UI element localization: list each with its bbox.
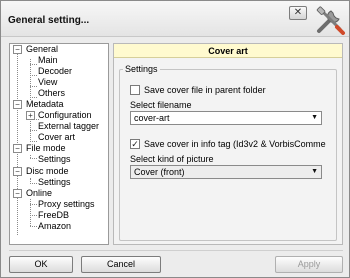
settings-tree: − General Main Decoder View Others − Met… bbox=[9, 43, 109, 245]
filename-combobox[interactable]: cover-art ▼ bbox=[130, 111, 322, 125]
tree-item-proxy-settings[interactable]: Proxy settings bbox=[38, 199, 95, 210]
footer-divider bbox=[9, 250, 343, 251]
tree-item-cover-art[interactable]: Cover art bbox=[38, 132, 75, 143]
tree-item-file-mode-settings[interactable]: Settings bbox=[38, 154, 71, 165]
picture-kind-select[interactable]: Cover (front) ▼ bbox=[130, 165, 322, 179]
tree-item-freedb[interactable]: FreeDB bbox=[38, 210, 69, 221]
ok-button[interactable]: OK bbox=[9, 256, 73, 273]
picture-kind-value: Cover (front) bbox=[134, 167, 185, 177]
metadata-collapse-toggle[interactable]: − bbox=[13, 100, 22, 109]
tree-item-online[interactable]: Online bbox=[26, 188, 52, 199]
tools-icon bbox=[316, 6, 345, 35]
close-button[interactable]: ✕ bbox=[289, 6, 307, 20]
cover-art-panel: Cover art Settings Save cover file in pa… bbox=[113, 43, 343, 245]
configuration-expand-toggle[interactable]: + bbox=[26, 111, 35, 120]
save-parent-folder-label[interactable]: Save cover file in parent folder bbox=[144, 85, 266, 95]
save-in-tag-checkbox[interactable]: ✓ bbox=[130, 139, 140, 149]
tree-item-metadata[interactable]: Metadata bbox=[26, 99, 64, 110]
tree-item-main[interactable]: Main bbox=[38, 55, 58, 66]
tree-item-configuration[interactable]: Configuration bbox=[38, 110, 92, 121]
tree-item-external-tagger[interactable]: External tagger bbox=[38, 121, 99, 132]
save-parent-folder-checkbox[interactable] bbox=[130, 85, 140, 95]
settings-dialog: General setting... ✕ − General Main Deco… bbox=[0, 0, 350, 278]
tree-item-decoder[interactable]: Decoder bbox=[38, 66, 72, 77]
tree-item-others[interactable]: Others bbox=[38, 88, 65, 99]
tree-item-amazon[interactable]: Amazon bbox=[38, 221, 71, 232]
general-collapse-toggle[interactable]: − bbox=[13, 45, 22, 54]
tree-item-disc-mode-settings[interactable]: Settings bbox=[38, 177, 71, 188]
apply-button[interactable]: Apply bbox=[275, 256, 343, 273]
title-bar: General setting... ✕ bbox=[1, 1, 349, 37]
chevron-down-icon[interactable]: ▼ bbox=[311, 112, 318, 124]
file-mode-collapse-toggle[interactable]: − bbox=[13, 144, 22, 153]
select-picture-label: Select kind of picture bbox=[130, 154, 214, 164]
chevron-down-icon[interactable]: ▼ bbox=[311, 166, 318, 178]
panel-header: Cover art bbox=[114, 44, 342, 58]
save-in-tag-label[interactable]: Save cover in info tag (Id3v2 & VorbisCo… bbox=[144, 139, 326, 149]
online-collapse-toggle[interactable]: − bbox=[13, 189, 22, 198]
groupbox-label: Settings bbox=[123, 64, 160, 74]
tree-item-view[interactable]: View bbox=[38, 77, 57, 88]
select-filename-label: Select filename bbox=[130, 100, 192, 110]
window-title: General setting... bbox=[8, 15, 90, 26]
tree-item-general[interactable]: General bbox=[26, 44, 58, 55]
tree-item-disc-mode[interactable]: Disc mode bbox=[26, 166, 69, 177]
filename-value: cover-art bbox=[134, 113, 170, 123]
cancel-button[interactable]: Cancel bbox=[81, 256, 161, 273]
tree-item-file-mode[interactable]: File mode bbox=[26, 143, 66, 154]
disc-mode-collapse-toggle[interactable]: − bbox=[13, 167, 22, 176]
